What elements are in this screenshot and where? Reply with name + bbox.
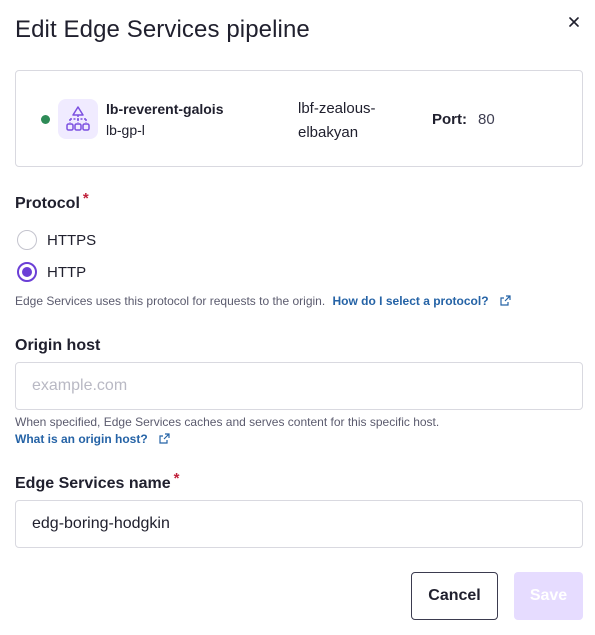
protocol-label-text: Protocol	[15, 195, 80, 212]
load-balancer-type: lb-gp-l	[106, 122, 145, 138]
edge-name-label-text: Edge Services name	[15, 475, 171, 492]
port-value: 80	[478, 111, 495, 128]
protocol-label: Protocol *	[15, 190, 89, 213]
load-balancer-icon	[58, 99, 98, 139]
close-button[interactable]	[562, 10, 586, 34]
required-mark: *	[173, 470, 180, 487]
resource-card: lb-reverent-galois lb-gp-l lbf-zealous-e…	[15, 70, 583, 167]
port-label: Port:	[432, 111, 467, 128]
radio-https-label: HTTPS	[47, 231, 97, 249]
required-mark: *	[82, 190, 89, 207]
load-balancer-name: lb-reverent-galois	[106, 101, 224, 117]
radio-https[interactable]: HTTPS	[17, 229, 96, 251]
external-link-icon[interactable]	[500, 295, 511, 306]
status-dot	[41, 115, 50, 124]
external-link-icon[interactable]	[159, 433, 170, 444]
close-icon	[569, 17, 579, 27]
dialog-title: Edit Edge Services pipeline	[15, 16, 310, 43]
edit-pipeline-dialog: Edit Edge Services pipeline lb-reverent-…	[0, 0, 595, 635]
protocol-help-link[interactable]: How do I select a protocol?	[333, 294, 489, 308]
protocol-help: Edge Services uses this protocol for req…	[15, 294, 511, 308]
radio-https-control[interactable]	[17, 230, 37, 250]
edge-name-label: Edge Services name *	[15, 470, 179, 493]
origin-host-help-link[interactable]: What is an origin host?	[15, 432, 148, 446]
origin-host-input[interactable]	[15, 362, 583, 410]
radio-http-control[interactable]	[17, 262, 37, 282]
save-button[interactable]: Save	[514, 572, 583, 620]
radio-http-label: HTTP	[47, 263, 87, 281]
protocol-help-text: Edge Services uses this protocol for req…	[15, 294, 326, 308]
radio-http[interactable]: HTTP	[17, 261, 86, 283]
edge-name-input[interactable]	[15, 500, 583, 548]
origin-host-label: Origin host	[15, 337, 101, 354]
cancel-button[interactable]: Cancel	[411, 572, 498, 620]
backend-name: lbf-zealous-elbakyan	[298, 100, 376, 141]
origin-host-help: What is an origin host?	[15, 432, 170, 446]
origin-host-help-text: When specified, Edge Services caches and…	[15, 415, 440, 429]
